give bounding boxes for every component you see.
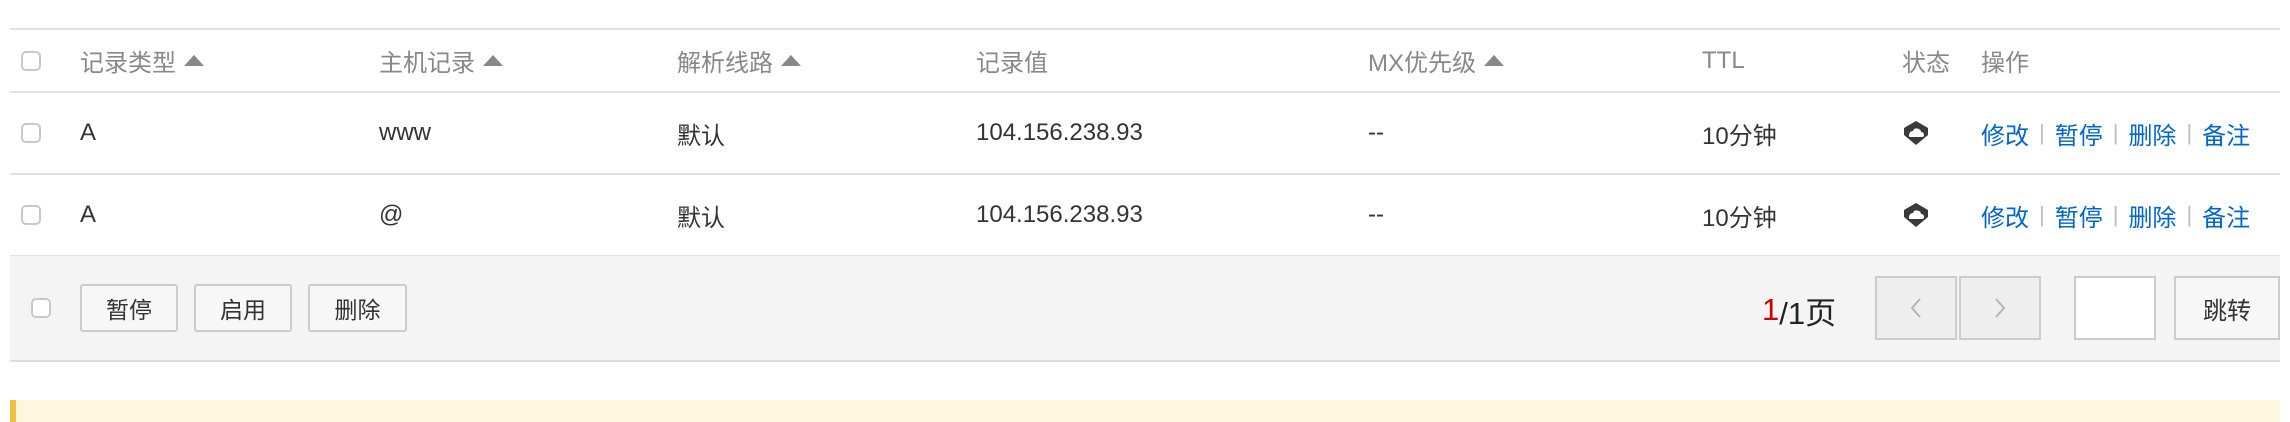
column-header-value: 记录值 — [976, 30, 1048, 91]
batch-pause-button[interactable]: 暂停 — [80, 284, 178, 332]
column-header-label: 记录值 — [976, 50, 1048, 77]
column-header-label: 主机记录 — [379, 50, 475, 77]
column-header-label: 操作 — [1981, 50, 2029, 77]
chevron-left-icon — [1910, 298, 1921, 318]
column-header-ttl: TTL — [1702, 30, 1745, 91]
next-page-button[interactable] — [1959, 276, 2041, 340]
line-cell: 默认 — [677, 122, 725, 150]
column-header-line[interactable]: 解析线路 — [677, 30, 801, 91]
edit-link[interactable]: 修改 — [1981, 198, 2029, 233]
delete-link[interactable]: 删除 — [2128, 198, 2176, 233]
column-header-host[interactable]: 主机记录 — [379, 30, 503, 91]
column-header-record-type[interactable]: 记录类型 — [80, 30, 204, 91]
cloud-status-icon[interactable] — [1902, 175, 1930, 255]
table-footer: 暂停 启用 删除 1 /1页 跳转 — [10, 256, 2280, 362]
ttl-cell: 10分钟 — [1702, 122, 1777, 150]
note-link[interactable]: 备注 — [2202, 116, 2250, 151]
current-page: 1 — [1762, 292, 1780, 327]
column-header-label: 解析线路 — [677, 50, 773, 77]
row-actions: 修改 | 暂停 | 删除 | 备注 — [1981, 175, 2250, 255]
prev-page-button[interactable] — [1875, 276, 1957, 340]
separator: | — [2112, 202, 2119, 227]
pause-link[interactable]: 暂停 — [2055, 116, 2103, 151]
column-header-label: 记录类型 — [80, 50, 176, 77]
dns-records-table: 记录类型 主机记录 解析线路 记录值 MX优先级 TTL 状态 操作 A www… — [10, 28, 2280, 257]
row-checkbox[interactable] — [21, 205, 41, 225]
note-link[interactable]: 备注 — [2202, 198, 2250, 233]
separator: | — [2112, 120, 2119, 145]
pause-link[interactable]: 暂停 — [2055, 198, 2103, 233]
separator: | — [2186, 202, 2193, 227]
row-select-cell — [21, 93, 41, 173]
total-pages: /1页 — [1779, 295, 1837, 331]
column-header-label: TTL — [1702, 46, 1745, 74]
record-type-cell: A — [80, 119, 97, 146]
delete-link[interactable]: 删除 — [2128, 116, 2176, 151]
mx-cell: -- — [1368, 119, 1384, 146]
value-cell: 104.156.238.93 — [976, 119, 1143, 146]
dns-records-panel: 记录类型 主机记录 解析线路 记录值 MX优先级 TTL 状态 操作 A www… — [0, 0, 2290, 422]
chevron-right-icon — [1995, 298, 2006, 318]
column-header-ops: 操作 — [1981, 30, 2029, 91]
footer-select-all-checkbox[interactable] — [31, 298, 51, 318]
sort-asc-icon[interactable] — [1484, 55, 1504, 66]
ttl-cell: 10分钟 — [1702, 204, 1777, 232]
select-all-cell — [21, 30, 41, 91]
column-header-mx[interactable]: MX优先级 — [1368, 30, 1504, 91]
column-header-status: 状态 — [1902, 30, 1950, 91]
table-row: A @ 默认 104.156.238.93 -- 10分钟 修改 | 暂停 | … — [10, 175, 2280, 257]
record-type-cell: A — [80, 201, 97, 228]
table-row: A www 默认 104.156.238.93 -- 10分钟 修改 | 暂停 … — [10, 93, 2280, 175]
table-header-row: 记录类型 主机记录 解析线路 记录值 MX优先级 TTL 状态 操作 — [10, 30, 2280, 93]
batch-enable-button[interactable]: 启用 — [194, 284, 292, 332]
separator: | — [2039, 202, 2045, 227]
separator: | — [2039, 120, 2045, 145]
jump-button[interactable]: 跳转 — [2174, 276, 2280, 340]
separator: | — [2186, 120, 2193, 145]
edit-link[interactable]: 修改 — [1981, 116, 2029, 151]
sort-asc-icon[interactable] — [184, 55, 204, 66]
row-checkbox[interactable] — [21, 123, 41, 143]
notice-banner — [10, 400, 2280, 422]
host-cell: @ — [379, 201, 404, 228]
value-cell: 104.156.238.93 — [976, 201, 1143, 228]
row-select-cell — [21, 175, 41, 255]
row-actions: 修改 | 暂停 | 删除 | 备注 — [1981, 93, 2250, 173]
page-number-input[interactable] — [2074, 276, 2156, 340]
page-indicator: 1 /1页 — [1762, 282, 1836, 338]
cloud-status-icon[interactable] — [1902, 93, 1930, 173]
mx-cell: -- — [1368, 201, 1384, 228]
sort-asc-icon[interactable] — [781, 55, 801, 66]
column-header-label: MX优先级 — [1368, 50, 1476, 77]
batch-delete-button[interactable]: 删除 — [308, 284, 407, 332]
column-header-label: 状态 — [1902, 50, 1950, 77]
line-cell: 默认 — [677, 204, 725, 232]
host-cell: www — [379, 119, 431, 146]
select-all-checkbox[interactable] — [21, 50, 41, 71]
sort-asc-icon[interactable] — [483, 55, 503, 66]
